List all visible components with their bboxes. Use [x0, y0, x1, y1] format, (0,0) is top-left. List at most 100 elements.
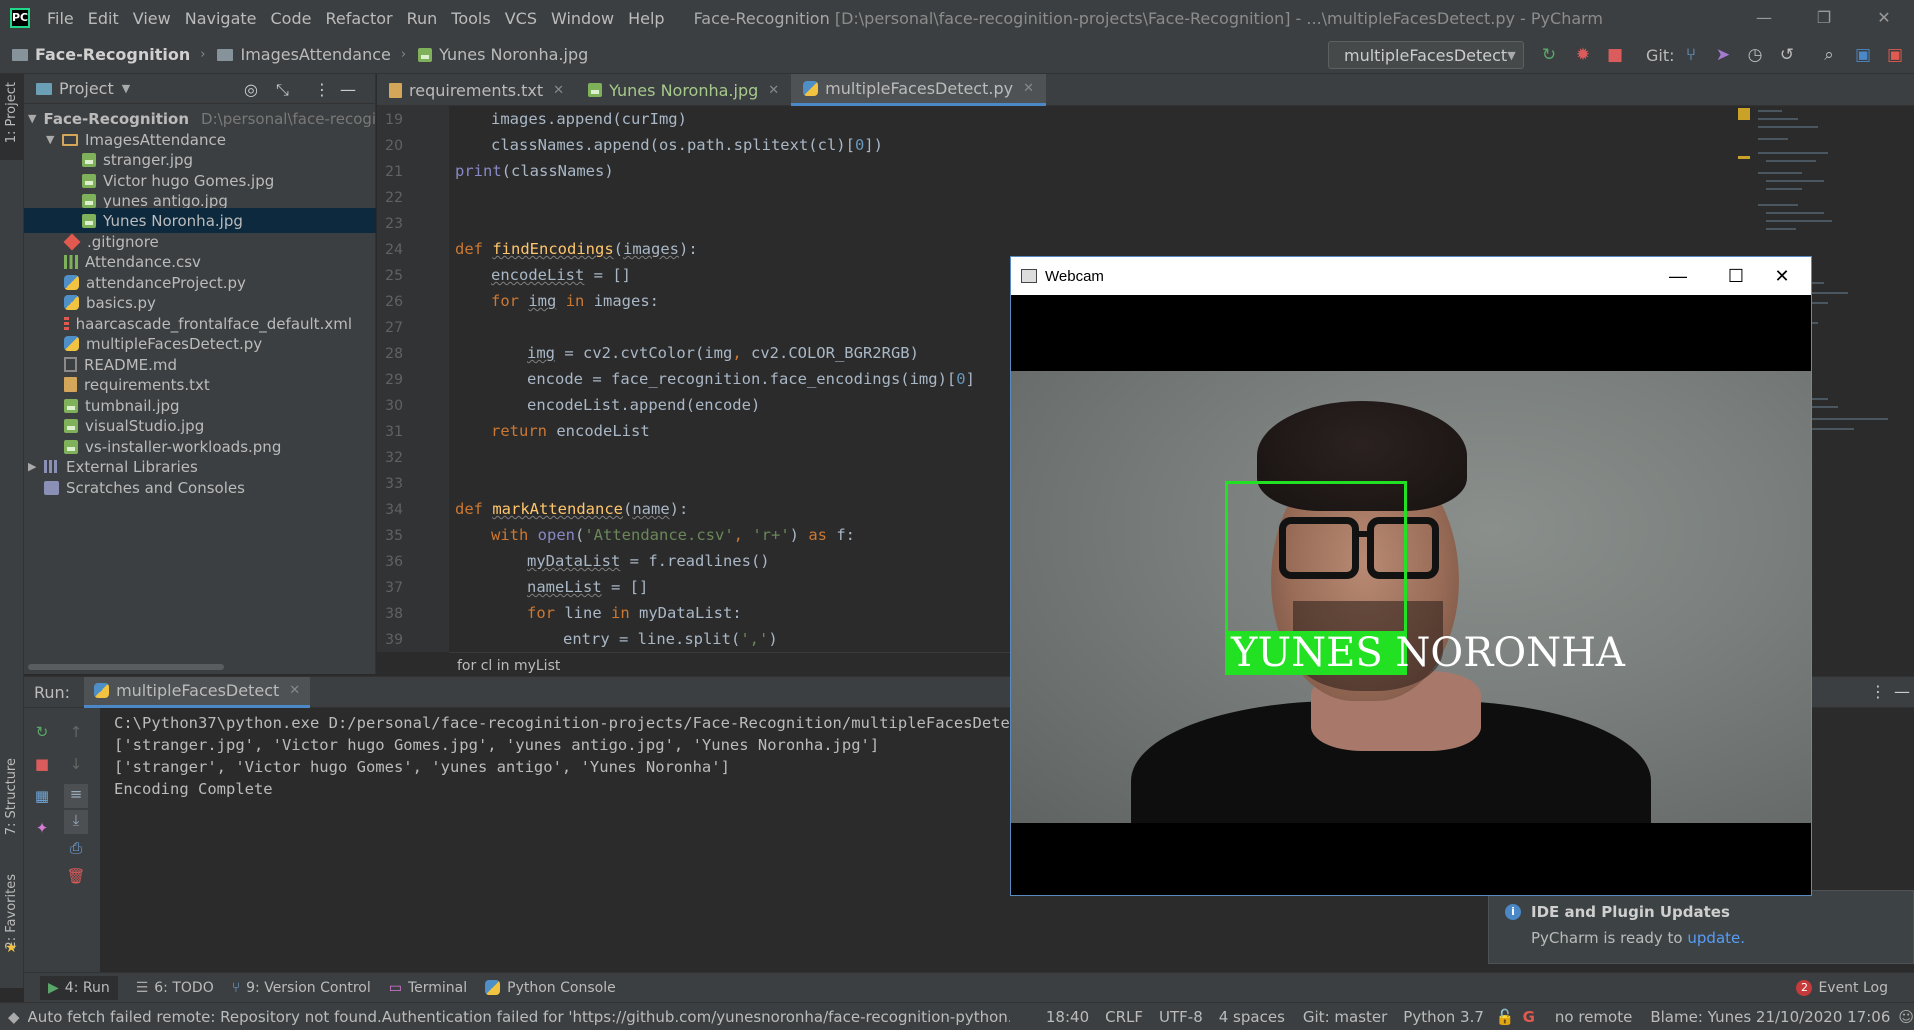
- menu-tools[interactable]: Tools: [444, 9, 497, 28]
- status-message[interactable]: Auto fetch failed remote: Repository not…: [28, 1008, 1010, 1026]
- locate-target-icon[interactable]: ◎: [244, 80, 258, 99]
- pin-tab-icon[interactable]: ✦: [32, 818, 52, 838]
- breadcrumb-file[interactable]: Yunes Noronha.jpg: [418, 45, 588, 64]
- clear-trash-icon[interactable]: 🗑: [66, 866, 86, 886]
- debug-bug-icon[interactable]: ✹: [1572, 44, 1594, 66]
- stop-icon[interactable]: ■: [1604, 44, 1626, 66]
- line-number: 31: [385, 424, 403, 440]
- translate-icon[interactable]: ▣: [1852, 44, 1874, 66]
- webcam-title: Webcam: [1045, 267, 1104, 285]
- options-menu-icon[interactable]: ⋮: [314, 80, 330, 99]
- project-tool-tab[interactable]: 1: Project: [4, 82, 19, 143]
- python-console-tool-button[interactable]: Python Console: [485, 980, 616, 996]
- menu-file[interactable]: File: [40, 9, 81, 28]
- git-branch[interactable]: Git: master: [1303, 1008, 1387, 1026]
- python-interpreter[interactable]: Python 3.7: [1403, 1008, 1484, 1026]
- lock-icon[interactable]: 🔓: [1496, 1008, 1515, 1026]
- version-control-tool-button[interactable]: ⑂ 9: Version Control: [232, 980, 371, 996]
- indent-setting[interactable]: 4 spaces: [1219, 1008, 1285, 1026]
- menu-refactor[interactable]: Refactor: [318, 9, 399, 28]
- minimize-icon[interactable]: —: [1649, 257, 1707, 295]
- event-log-tool-button[interactable]: 2 Event Log: [1796, 979, 1888, 996]
- webcam-window[interactable]: Webcam — ☐ ✕ YUNES NORONHA: [1010, 256, 1812, 896]
- update-link[interactable]: update.: [1687, 929, 1745, 947]
- terminal-icon: ▭: [388, 979, 402, 996]
- todo-tool-button[interactable]: ☰ 6: TODO: [136, 980, 214, 996]
- menu-window[interactable]: Window: [544, 9, 621, 28]
- tab-yunes-noronha-image[interactable]: Yunes Noronha.jpg ✕: [576, 74, 791, 106]
- run-tab-multiple-faces-detect[interactable]: multipleFacesDetect ✕: [84, 676, 311, 708]
- line-separator[interactable]: CRLF: [1105, 1008, 1143, 1026]
- layout-icon[interactable]: ▦: [32, 786, 52, 806]
- git-push-icon[interactable]: ➤: [1712, 44, 1734, 66]
- options-menu-icon[interactable]: ⋮: [1870, 682, 1886, 701]
- tree-scratches[interactable]: Scratches and Consoles: [24, 475, 352, 500]
- hide-panel-icon[interactable]: —: [1894, 682, 1910, 701]
- project-view-icon: [36, 82, 52, 95]
- webcam-title-bar[interactable]: Webcam — ☐ ✕: [1011, 257, 1811, 295]
- line-number-gutter: 19 20 21 22 23 24 25 26 27 28 29 30 31 3…: [377, 106, 449, 652]
- menu-view[interactable]: View: [126, 9, 178, 28]
- close-tab-icon[interactable]: ✕: [768, 83, 779, 98]
- remote-status[interactable]: no remote: [1555, 1008, 1632, 1026]
- update-notification[interactable]: i IDE and Plugin Updates PyCharm is ready…: [1488, 890, 1914, 964]
- line-number: 19: [385, 112, 403, 128]
- git-rollback-icon[interactable]: ↺: [1776, 44, 1798, 66]
- plugin-icon[interactable]: ▣: [1884, 44, 1906, 66]
- rerun-icon[interactable]: ↻: [1538, 44, 1560, 66]
- line-number: 39: [385, 632, 403, 648]
- project-view-select[interactable]: Project: [59, 79, 114, 98]
- horizontal-scrollbar[interactable]: [28, 664, 224, 670]
- menu-run[interactable]: Run: [400, 9, 445, 28]
- bottom-tool-strip: ▶ 4: Run ☰ 6: TODO ⑂ 9: Version Control ▭ Te…: [24, 972, 1914, 1002]
- breadcrumb-project[interactable]: Face-Recognition ›: [12, 45, 205, 64]
- line-number: 28: [385, 346, 403, 362]
- print-icon[interactable]: ⎙: [66, 838, 86, 858]
- minimize-icon[interactable]: —: [1734, 0, 1794, 36]
- scroll-to-end-icon[interactable]: ⤓: [64, 810, 88, 834]
- stop-icon[interactable]: ■: [32, 754, 52, 774]
- close-tab-icon[interactable]: ✕: [289, 683, 300, 698]
- line-number: 35: [385, 528, 403, 544]
- window-title-path: [D:\personal\face-recoginition-projects\…: [834, 8, 1604, 28]
- search-icon[interactable]: ⌕: [1818, 44, 1840, 66]
- hide-panel-icon[interactable]: —: [340, 80, 356, 99]
- left-tool-window-strip: 1: Project 7: Structure 2: Favorites ★: [0, 74, 24, 988]
- file-encoding[interactable]: UTF-8: [1159, 1008, 1203, 1026]
- menu-edit[interactable]: Edit: [81, 9, 126, 28]
- face-name-label: YUNES NORONHA: [1225, 631, 1625, 675]
- scroll-up-icon[interactable]: ↑: [66, 722, 86, 742]
- restore-icon[interactable]: ❐: [1794, 0, 1854, 36]
- tab-requirements[interactable]: requirements.txt ✕: [377, 74, 576, 106]
- git-history-icon[interactable]: ◷: [1744, 44, 1766, 66]
- star-icon[interactable]: ★: [5, 940, 18, 956]
- menu-code[interactable]: Code: [264, 9, 319, 28]
- run-tool-button[interactable]: ▶ 4: Run: [40, 975, 118, 1000]
- menu-navigate[interactable]: Navigate: [178, 9, 264, 28]
- menu-help[interactable]: Help: [621, 9, 671, 28]
- python-file-icon: [64, 275, 79, 290]
- google-icon: G: [1522, 1007, 1535, 1026]
- image-file-icon: [64, 439, 78, 454]
- caret-position[interactable]: 18:40: [1046, 1008, 1089, 1026]
- breadcrumb-folder[interactable]: ImagesAttendance ›: [217, 45, 406, 64]
- git-blame[interactable]: Blame: Yunes 21/10/2020 17:06: [1650, 1008, 1890, 1026]
- soft-wrap-icon[interactable]: ≡: [64, 784, 88, 808]
- git-label: Git:: [1646, 46, 1675, 65]
- terminal-tool-button[interactable]: ▭ Terminal: [389, 980, 467, 996]
- scroll-down-icon[interactable]: ↓: [66, 754, 86, 774]
- project-panel: Project ▼ ◎ ⤡ ⋮ — ▼ Face-Recognition D:\per…: [24, 74, 386, 674]
- git-update-icon[interactable]: ⑂: [1680, 44, 1702, 66]
- line-number: 38: [385, 606, 403, 622]
- run-configuration-select[interactable]: multipleFacesDetect ▼: [1328, 41, 1524, 69]
- tab-multiple-faces-detect[interactable]: multipleFacesDetect.py ✕: [791, 74, 1046, 106]
- menu-vcs[interactable]: VCS: [498, 9, 544, 28]
- rerun-icon[interactable]: ↻: [32, 722, 52, 742]
- structure-tool-tab[interactable]: 7: Structure: [4, 758, 19, 835]
- close-icon[interactable]: ✕: [1753, 257, 1811, 295]
- close-tab-icon[interactable]: ✕: [553, 83, 564, 98]
- favorites-tool-tab[interactable]: 2: Favorites: [4, 874, 19, 950]
- close-tab-icon[interactable]: ✕: [1023, 81, 1034, 96]
- close-icon[interactable]: ✕: [1854, 0, 1914, 36]
- collapse-all-icon[interactable]: ⤡: [276, 80, 289, 100]
